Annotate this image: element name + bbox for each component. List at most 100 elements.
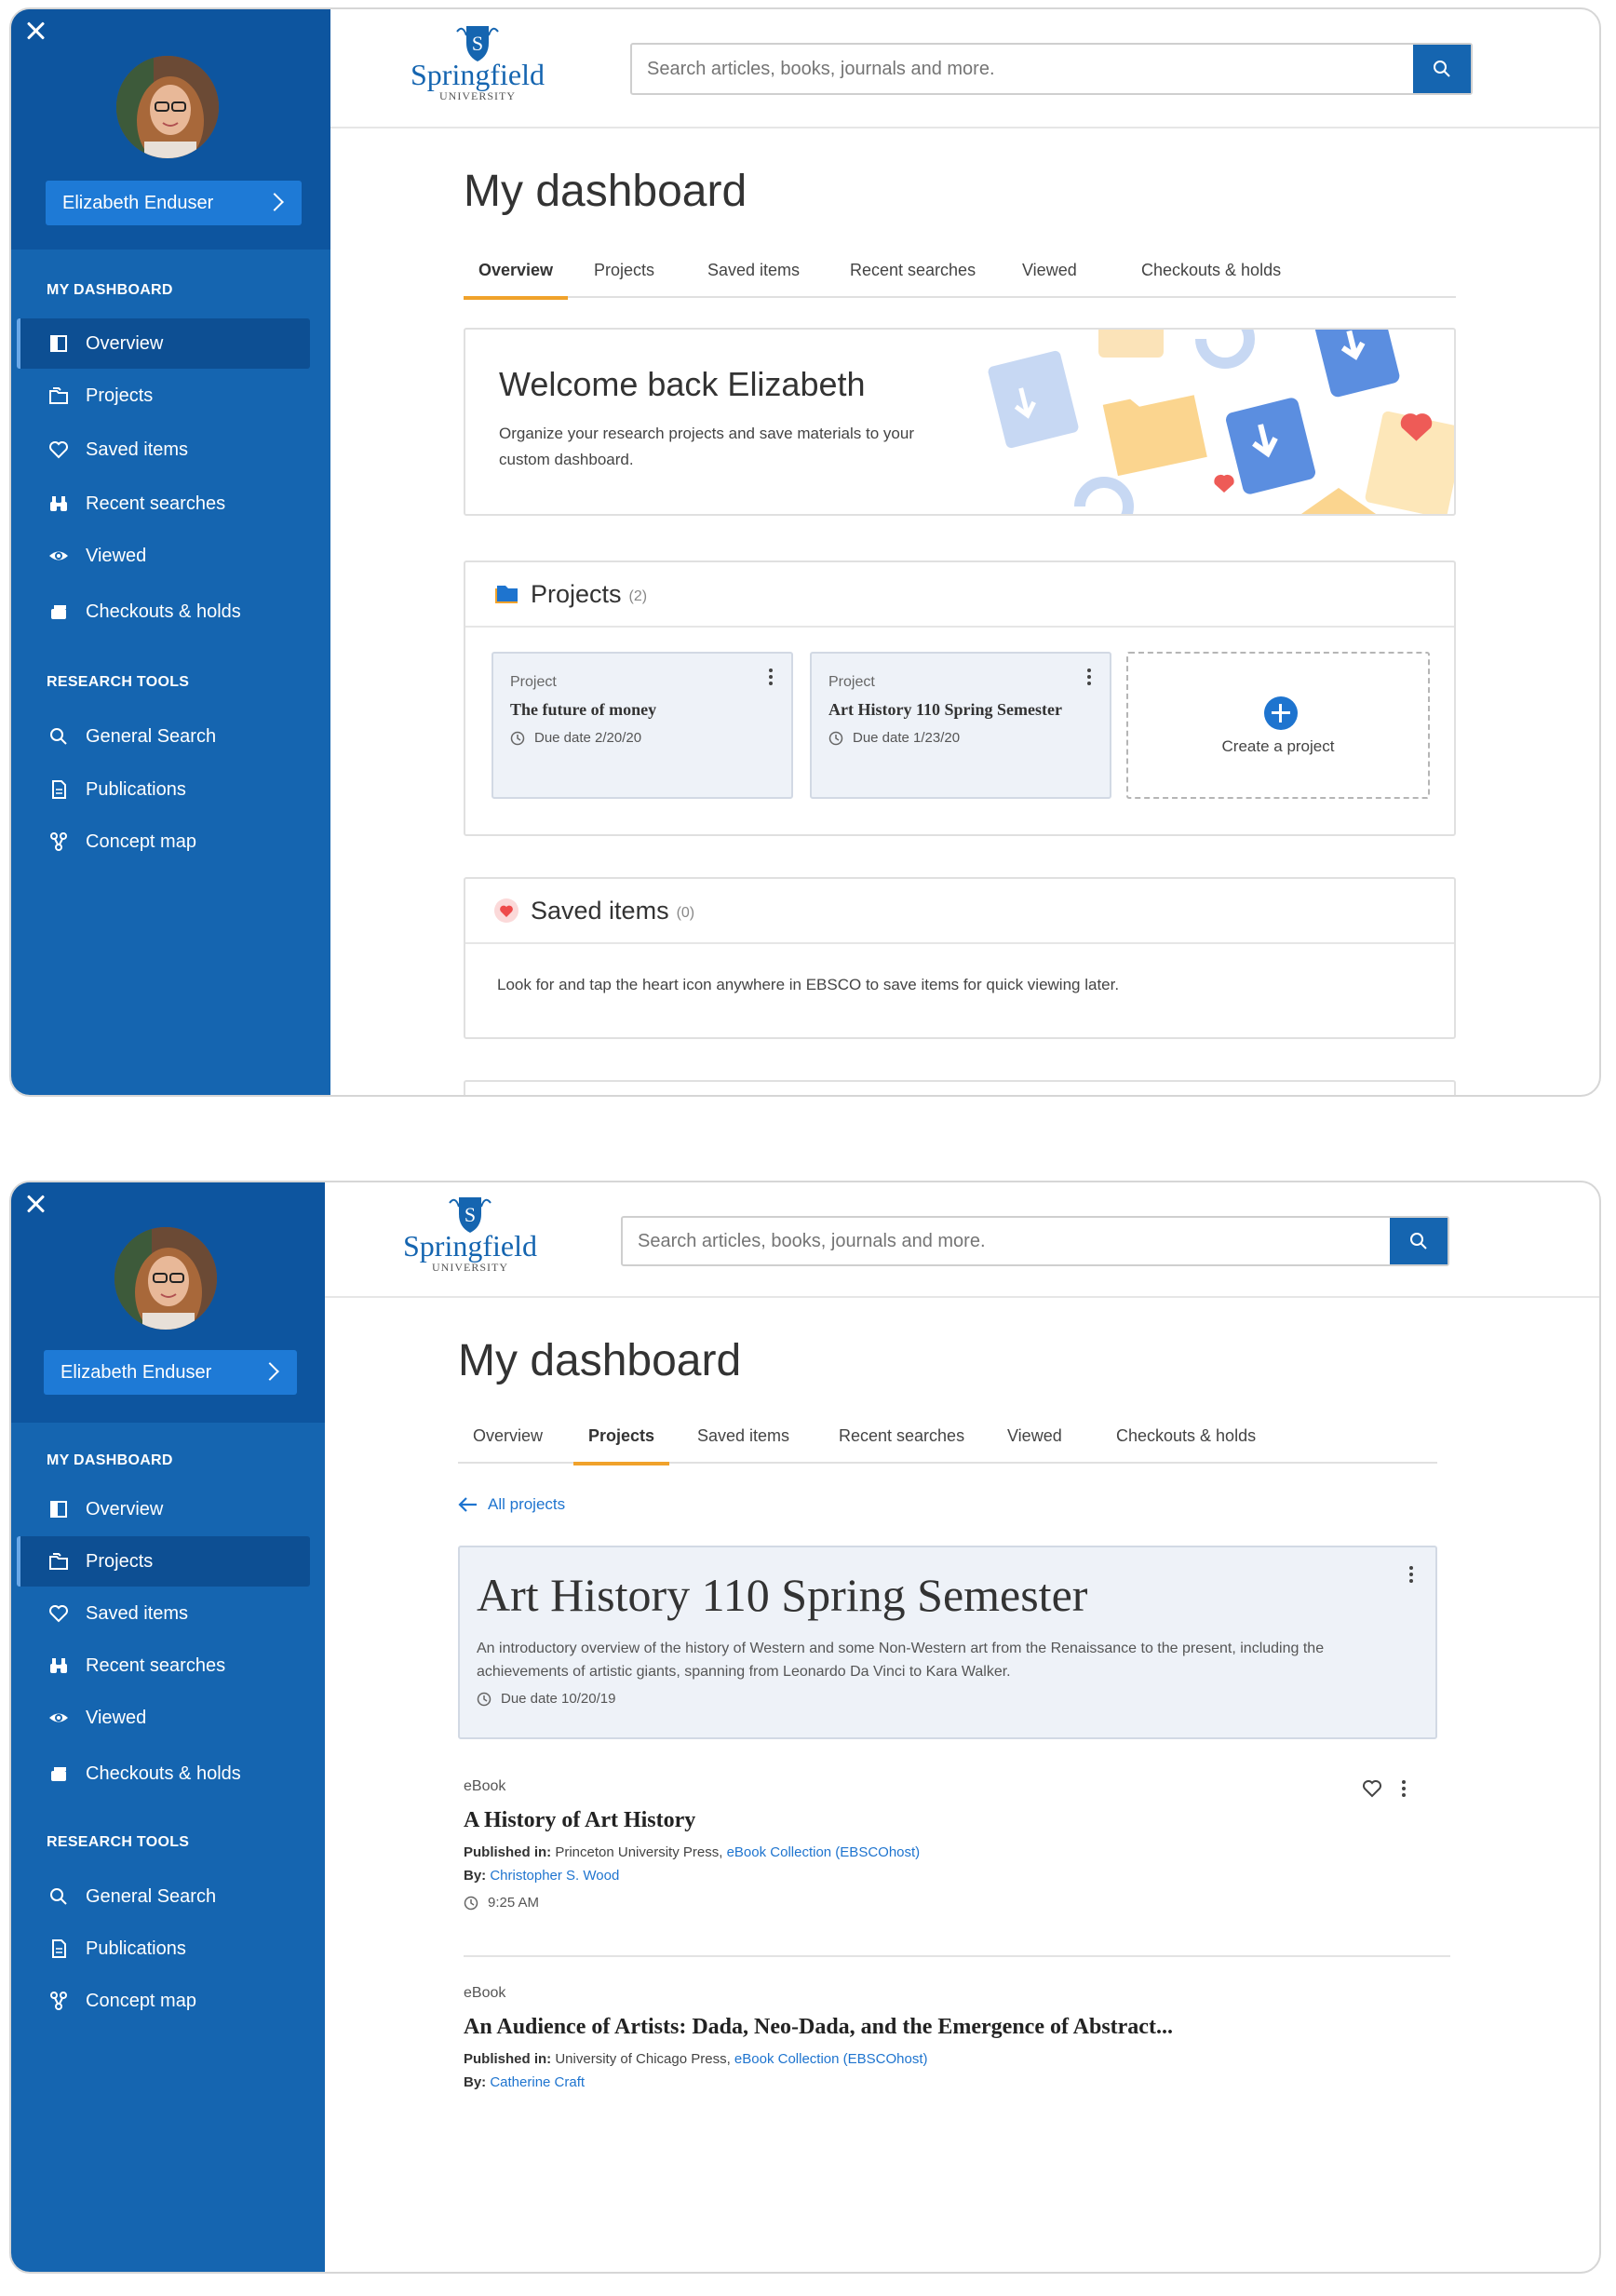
project-description: An introductory overview of the history …	[477, 1641, 1325, 1680]
document-icon	[48, 779, 69, 800]
sidebar-item-label: Projects	[86, 1550, 154, 1572]
sidebar-item-projects[interactable]: Projects	[17, 1536, 310, 1587]
sidebar-item-viewed[interactable]: Viewed	[17, 1693, 310, 1743]
sidebar-item-publications[interactable]: Publications	[17, 1924, 310, 1974]
project-due-text: Due date 1/23/20	[853, 730, 961, 746]
close-icon[interactable]	[1409, 339, 1437, 367]
item-published: Published in: Princeton University Press…	[464, 1844, 1450, 1860]
arrow-left-icon	[458, 1497, 477, 1512]
sidebar-item-checkouts-holds[interactable]: Checkouts & holds	[17, 587, 310, 637]
item-author: By: Catherine Craft	[464, 2074, 1450, 2090]
projects-count: (2)	[628, 588, 648, 604]
sidebar-item-overview[interactable]: Overview	[17, 1484, 310, 1534]
project-card[interactable]: Project Art History 110 Spring Semester …	[810, 652, 1111, 799]
create-project-button[interactable]: Create a project	[1126, 652, 1430, 799]
item-author-link[interactable]: Christopher S. Wood	[490, 1868, 619, 1884]
sidebar-item-saved-items[interactable]: Saved items	[17, 425, 310, 475]
more-options-icon[interactable]	[761, 665, 780, 691]
welcome-card: Welcome back Elizabeth Organize your res…	[464, 328, 1456, 516]
sidebar-item-label: Overview	[86, 1498, 164, 1519]
by-label: By:	[464, 1868, 487, 1884]
clock-icon	[510, 731, 525, 745]
item-type: eBook	[464, 1985, 506, 2001]
close-icon[interactable]	[22, 1190, 50, 1218]
clock-icon	[477, 1692, 492, 1706]
sidebar-item-projects[interactable]: Projects	[17, 371, 310, 421]
heart-icon	[494, 898, 518, 923]
user-profile-button[interactable]: Elizabeth Enduser	[44, 1350, 297, 1395]
dashboard-project-window: Elizabeth Enduser MY DASHBOARD Overview …	[9, 1181, 1601, 2274]
item-title[interactable]: An Audience of Artists: Dada, Neo-Dada, …	[464, 2015, 1450, 2040]
create-project-label: Create a project	[1221, 737, 1335, 755]
sidebar-item-label: Saved items	[86, 1602, 189, 1624]
sidebar-item-concept-map[interactable]: Concept map	[17, 1976, 310, 2026]
plus-icon	[1264, 696, 1298, 730]
item-type: eBook	[464, 1778, 506, 1794]
overview-icon	[48, 333, 69, 354]
tab-saved-items[interactable]: Saved items	[707, 242, 800, 298]
item-collection-link[interactable]: eBook Collection (EBSCOhost)	[727, 1844, 921, 1860]
sidebar-item-label: General Search	[86, 1885, 217, 1907]
sidebar-item-checkouts-holds[interactable]: Checkouts & holds	[17, 1749, 310, 1799]
tab-recent-searches[interactable]: Recent searches	[850, 242, 976, 298]
tab-overview[interactable]: Overview	[463, 242, 569, 300]
folder-icon	[495, 586, 518, 603]
tab-recent-searches[interactable]: Recent searches	[839, 1408, 964, 1464]
chevron-right-icon	[265, 193, 284, 211]
all-projects-link[interactable]: All projects	[458, 1495, 565, 1514]
tab-bar: Overview Projects Saved items Recent sea…	[463, 242, 1456, 300]
more-options-icon[interactable]	[1394, 1776, 1413, 1803]
avatar	[114, 1227, 217, 1330]
sidebar-item-overview[interactable]: Overview	[17, 318, 310, 369]
tab-viewed[interactable]: Viewed	[1022, 242, 1077, 298]
welcome-title: Welcome back Elizabeth	[499, 365, 866, 403]
project-title: The future of money	[510, 700, 657, 719]
sidebar-item-label: General Search	[86, 725, 217, 747]
project-label: Project	[510, 674, 557, 690]
close-icon[interactable]	[22, 17, 50, 45]
sidebar-item-publications[interactable]: Publications	[17, 764, 310, 815]
more-options-icon[interactable]	[1080, 665, 1098, 691]
heart-icon[interactable]	[1361, 1778, 1383, 1799]
section-my-dashboard: MY DASHBOARD	[47, 282, 173, 298]
tab-viewed[interactable]: Viewed	[1007, 1408, 1062, 1464]
tab-overview[interactable]: Overview	[473, 1408, 543, 1464]
clock-icon	[828, 731, 843, 745]
item-collection-link[interactable]: eBook Collection (EBSCOhost)	[734, 2051, 928, 2067]
search-icon	[48, 1886, 69, 1907]
sidebar-item-general-search[interactable]: General Search	[17, 711, 310, 762]
sidebar-item-label: Recent searches	[86, 493, 226, 514]
sidebar-item-viewed[interactable]: Viewed	[17, 531, 310, 581]
more-options-icon[interactable]	[1402, 1562, 1421, 1588]
published-label: Published in:	[464, 2051, 552, 2067]
sidebar-item-label: Recent searches	[86, 1654, 226, 1676]
tab-projects[interactable]: Projects	[594, 242, 654, 298]
project-card[interactable]: Project The future of money Due date 2/2…	[492, 652, 793, 799]
sidebar: Elizabeth Enduser MY DASHBOARD Overview …	[11, 9, 330, 1095]
main-content: S Springfield UNIVERSITY My dashboard Ov…	[330, 9, 1599, 1095]
project-detail-panel: Art History 110 Spring Semester An intro…	[458, 1546, 1437, 1739]
sidebar-item-saved-items[interactable]: Saved items	[17, 1588, 310, 1639]
item-time: 9:25 AM	[464, 1895, 1450, 1911]
avatar	[116, 56, 219, 158]
tab-saved-items[interactable]: Saved items	[697, 1408, 789, 1464]
sidebar-item-recent-searches[interactable]: Recent searches	[17, 1641, 310, 1691]
sidebar-item-concept-map[interactable]: Concept map	[17, 817, 310, 867]
sidebar-item-label: Publications	[86, 778, 186, 800]
projects-card: Projects (2) Project The future of money…	[464, 560, 1456, 836]
projects-icon	[48, 385, 69, 406]
tab-projects[interactable]: Projects	[572, 1408, 670, 1465]
saved-items-count: (0)	[676, 905, 695, 921]
sidebar-item-label: Publications	[86, 1938, 186, 1959]
item-author-link[interactable]: Catherine Craft	[490, 2074, 585, 2090]
next-card	[464, 1080, 1456, 1095]
user-profile-button[interactable]: Elizabeth Enduser	[46, 181, 302, 225]
by-label: By:	[464, 2074, 487, 2090]
tab-checkouts-holds[interactable]: Checkouts & holds	[1116, 1408, 1256, 1464]
item-title[interactable]: A History of Art History	[464, 1808, 1450, 1833]
binoculars-icon	[48, 493, 69, 514]
tab-checkouts-holds[interactable]: Checkouts & holds	[1141, 242, 1281, 298]
sidebar-item-recent-searches[interactable]: Recent searches	[17, 479, 310, 529]
project-title: Art History 110 Spring Semester	[828, 700, 1062, 719]
sidebar-item-general-search[interactable]: General Search	[17, 1871, 310, 1922]
